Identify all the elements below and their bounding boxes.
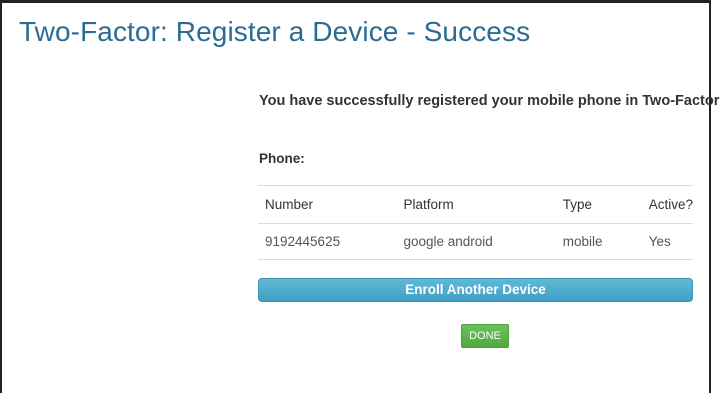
table-row: 9192445625 google android mobile Yes [258,223,693,260]
devices-table: Number Platform Type Active? 9192445625 … [258,185,693,260]
success-message: You have successfully registered your mo… [259,93,720,109]
cell-number: 9192445625 [258,223,397,260]
column-header-number: Number [258,185,397,224]
column-header-active: Active? [641,185,693,224]
column-header-type: Type [555,185,642,224]
table-header-row: Number Platform Type Active? [258,185,693,224]
done-button[interactable]: DONE [461,324,509,348]
cell-type: mobile [555,223,642,260]
column-header-platform: Platform [396,185,556,224]
page-frame: Two-Factor: Register a Device - Success … [0,0,720,393]
phone-section-label: Phone: [259,151,305,166]
enroll-another-device-button[interactable]: Enroll Another Device [258,278,693,302]
page-title: Two-Factor: Register a Device - Success [19,16,531,47]
cell-platform: google android [396,223,556,260]
cell-active: Yes [641,223,693,260]
